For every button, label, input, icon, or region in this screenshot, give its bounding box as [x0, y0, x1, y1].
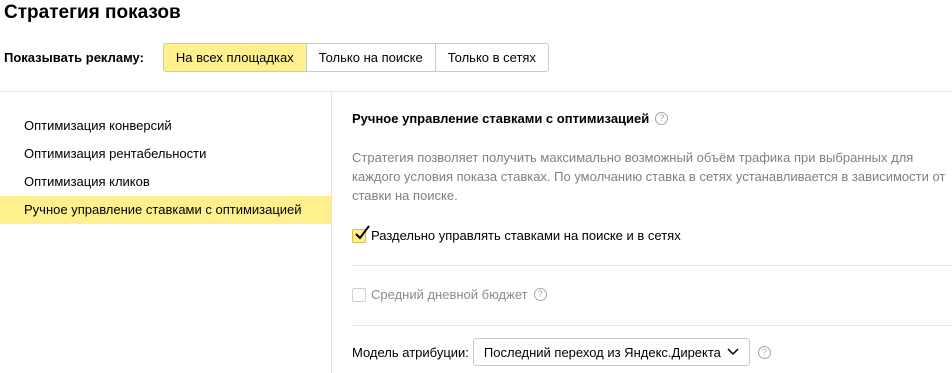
- separate-bids-checkbox[interactable]: [352, 224, 370, 243]
- daily-budget-checkbox[interactable]: [352, 287, 366, 302]
- attribution-select[interactable]: Последний переход из Яндекс.Директа: [472, 338, 750, 366]
- show-ads-row: Показывать рекламу: На всех площадках То…: [4, 43, 549, 72]
- show-ads-label: Показывать рекламу:: [4, 50, 144, 65]
- strategy-list: Оптимизация конверсий Оптимизация рентаб…: [0, 112, 331, 224]
- strategy-detail-title-row: Ручное управление ставками с оптимизацие…: [352, 111, 669, 126]
- strategy-item-profitability[interactable]: Оптимизация рентабельности: [0, 140, 331, 168]
- strategy-detail-title: Ручное управление ставками с оптимизацие…: [352, 111, 650, 126]
- detail-divider: [352, 265, 952, 266]
- show-ads-segmented-control: На всех площадках Только на поиске Тольк…: [162, 43, 549, 72]
- strategy-item-clicks[interactable]: Оптимизация кликов: [0, 168, 331, 196]
- vertical-divider: [331, 92, 332, 373]
- attribution-select-value: Последний переход из Яндекс.Директа: [483, 344, 721, 360]
- detail-divider: [352, 325, 952, 326]
- daily-budget-checkbox-row[interactable]: Средний дневной бюджет ?: [352, 287, 547, 302]
- attribution-label: Модель атрибуции:: [352, 344, 469, 360]
- strategy-item-conversions[interactable]: Оптимизация конверсий: [0, 112, 331, 140]
- chevron-down-icon: [727, 348, 739, 356]
- strategy-item-manual-bids[interactable]: Ручное управление ставками с оптимизацие…: [0, 196, 331, 224]
- strategy-settings-page: Стратегия показов Показывать рекламу: На…: [0, 0, 952, 373]
- daily-budget-label: Средний дневной бюджет: [371, 287, 528, 302]
- help-icon[interactable]: ?: [655, 112, 669, 125]
- help-icon[interactable]: ?: [533, 288, 547, 301]
- strategy-description: Стратегия позволяет получить максимально…: [352, 150, 946, 203]
- separate-bids-label: Раздельно управлять ставками на поиске и…: [371, 228, 681, 243]
- page-title: Стратегия показов: [4, 2, 181, 23]
- checkmark-icon: [354, 224, 370, 245]
- attribution-row: Модель атрибуции: Последний переход из Я…: [352, 338, 771, 366]
- show-ads-option-all[interactable]: На всех площадках: [163, 44, 307, 71]
- top-divider: [0, 91, 952, 92]
- separate-bids-checkbox-row[interactable]: Раздельно управлять ставками на поиске и…: [352, 224, 681, 243]
- show-ads-option-search[interactable]: Только на поиске: [306, 44, 436, 71]
- show-ads-option-networks[interactable]: Только в сетях: [435, 44, 548, 71]
- help-icon[interactable]: ?: [757, 345, 771, 359]
